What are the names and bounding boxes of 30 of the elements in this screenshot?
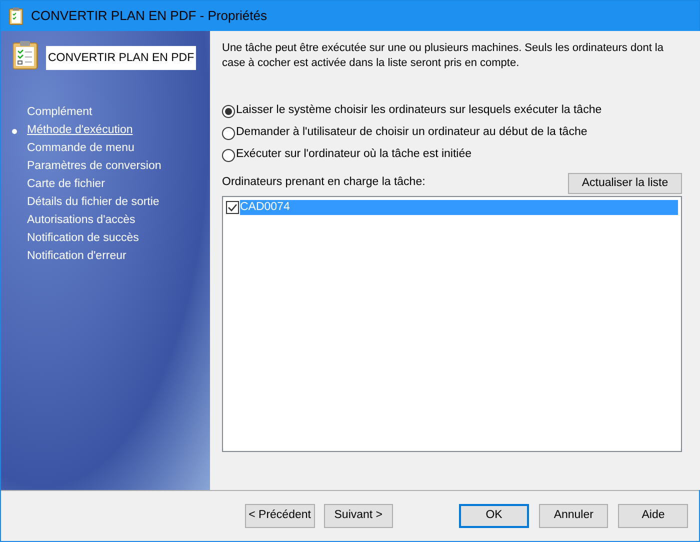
nav-link[interactable]: Paramètres de conversion: [27, 158, 162, 176]
nav-link[interactable]: Notification d'erreur: [27, 248, 126, 266]
radio-button[interactable]: [222, 126, 235, 140]
computer-item[interactable]: CAD0074: [240, 200, 678, 215]
computers-label: Ordinateurs prenant en charge la tâche:: [222, 174, 426, 190]
description-text: Une tâche peut être exécutée sur une ou plusieurs machines. Seuls les ordinateurs dont la case à cocher est activée dans la liste seront pris en compte.: [222, 41, 664, 71]
nav-link[interactable]: Complément: [27, 104, 92, 122]
nav-link[interactable]: Détails du fichier de sortie: [27, 194, 160, 212]
dialog-button[interactable]: OK: [459, 504, 529, 528]
dialog-button[interactable]: < Précédent: [245, 504, 315, 528]
nav-link[interactable]: Méthode d'exécution: [27, 122, 133, 140]
dialog-button[interactable]: Annuler: [538, 504, 608, 528]
checkbox[interactable]: [226, 201, 239, 214]
nav-link[interactable]: Commande de menu: [27, 140, 134, 158]
clipboard-icon: [9, 7, 23, 25]
nav-link[interactable]: Carte de fichier: [27, 176, 105, 194]
computer-list[interactable]: CAD0074: [222, 196, 682, 452]
radio-label[interactable]: Exécuter sur l'ordinateur où la tâche est initiée: [236, 146, 472, 164]
radio-label[interactable]: Laisser le système choisir les ordinateurs sur lesquels exécuter la tâche: [236, 102, 602, 120]
nav-link[interactable]: Notification de succès: [27, 230, 139, 248]
radio-button[interactable]: [222, 148, 235, 162]
task-name-field[interactable]: CONVERTIR PLAN EN PDF: [46, 46, 196, 70]
window-title: CONVERTIR PLAN EN PDF - Propriétés: [31, 7, 267, 26]
refresh-list-button[interactable]: Actualiser la liste: [568, 173, 682, 194]
clipboard-icon: [12, 40, 38, 70]
dialog-button[interactable]: Aide: [618, 504, 688, 528]
nav-link[interactable]: Autorisations d'accès: [27, 212, 136, 230]
radio-button[interactable]: [222, 104, 235, 118]
dialog-button[interactable]: Suivant >: [324, 504, 394, 528]
radio-label[interactable]: Demander à l'utilisateur de choisir un ordinateur au début de la tâche: [236, 124, 588, 142]
